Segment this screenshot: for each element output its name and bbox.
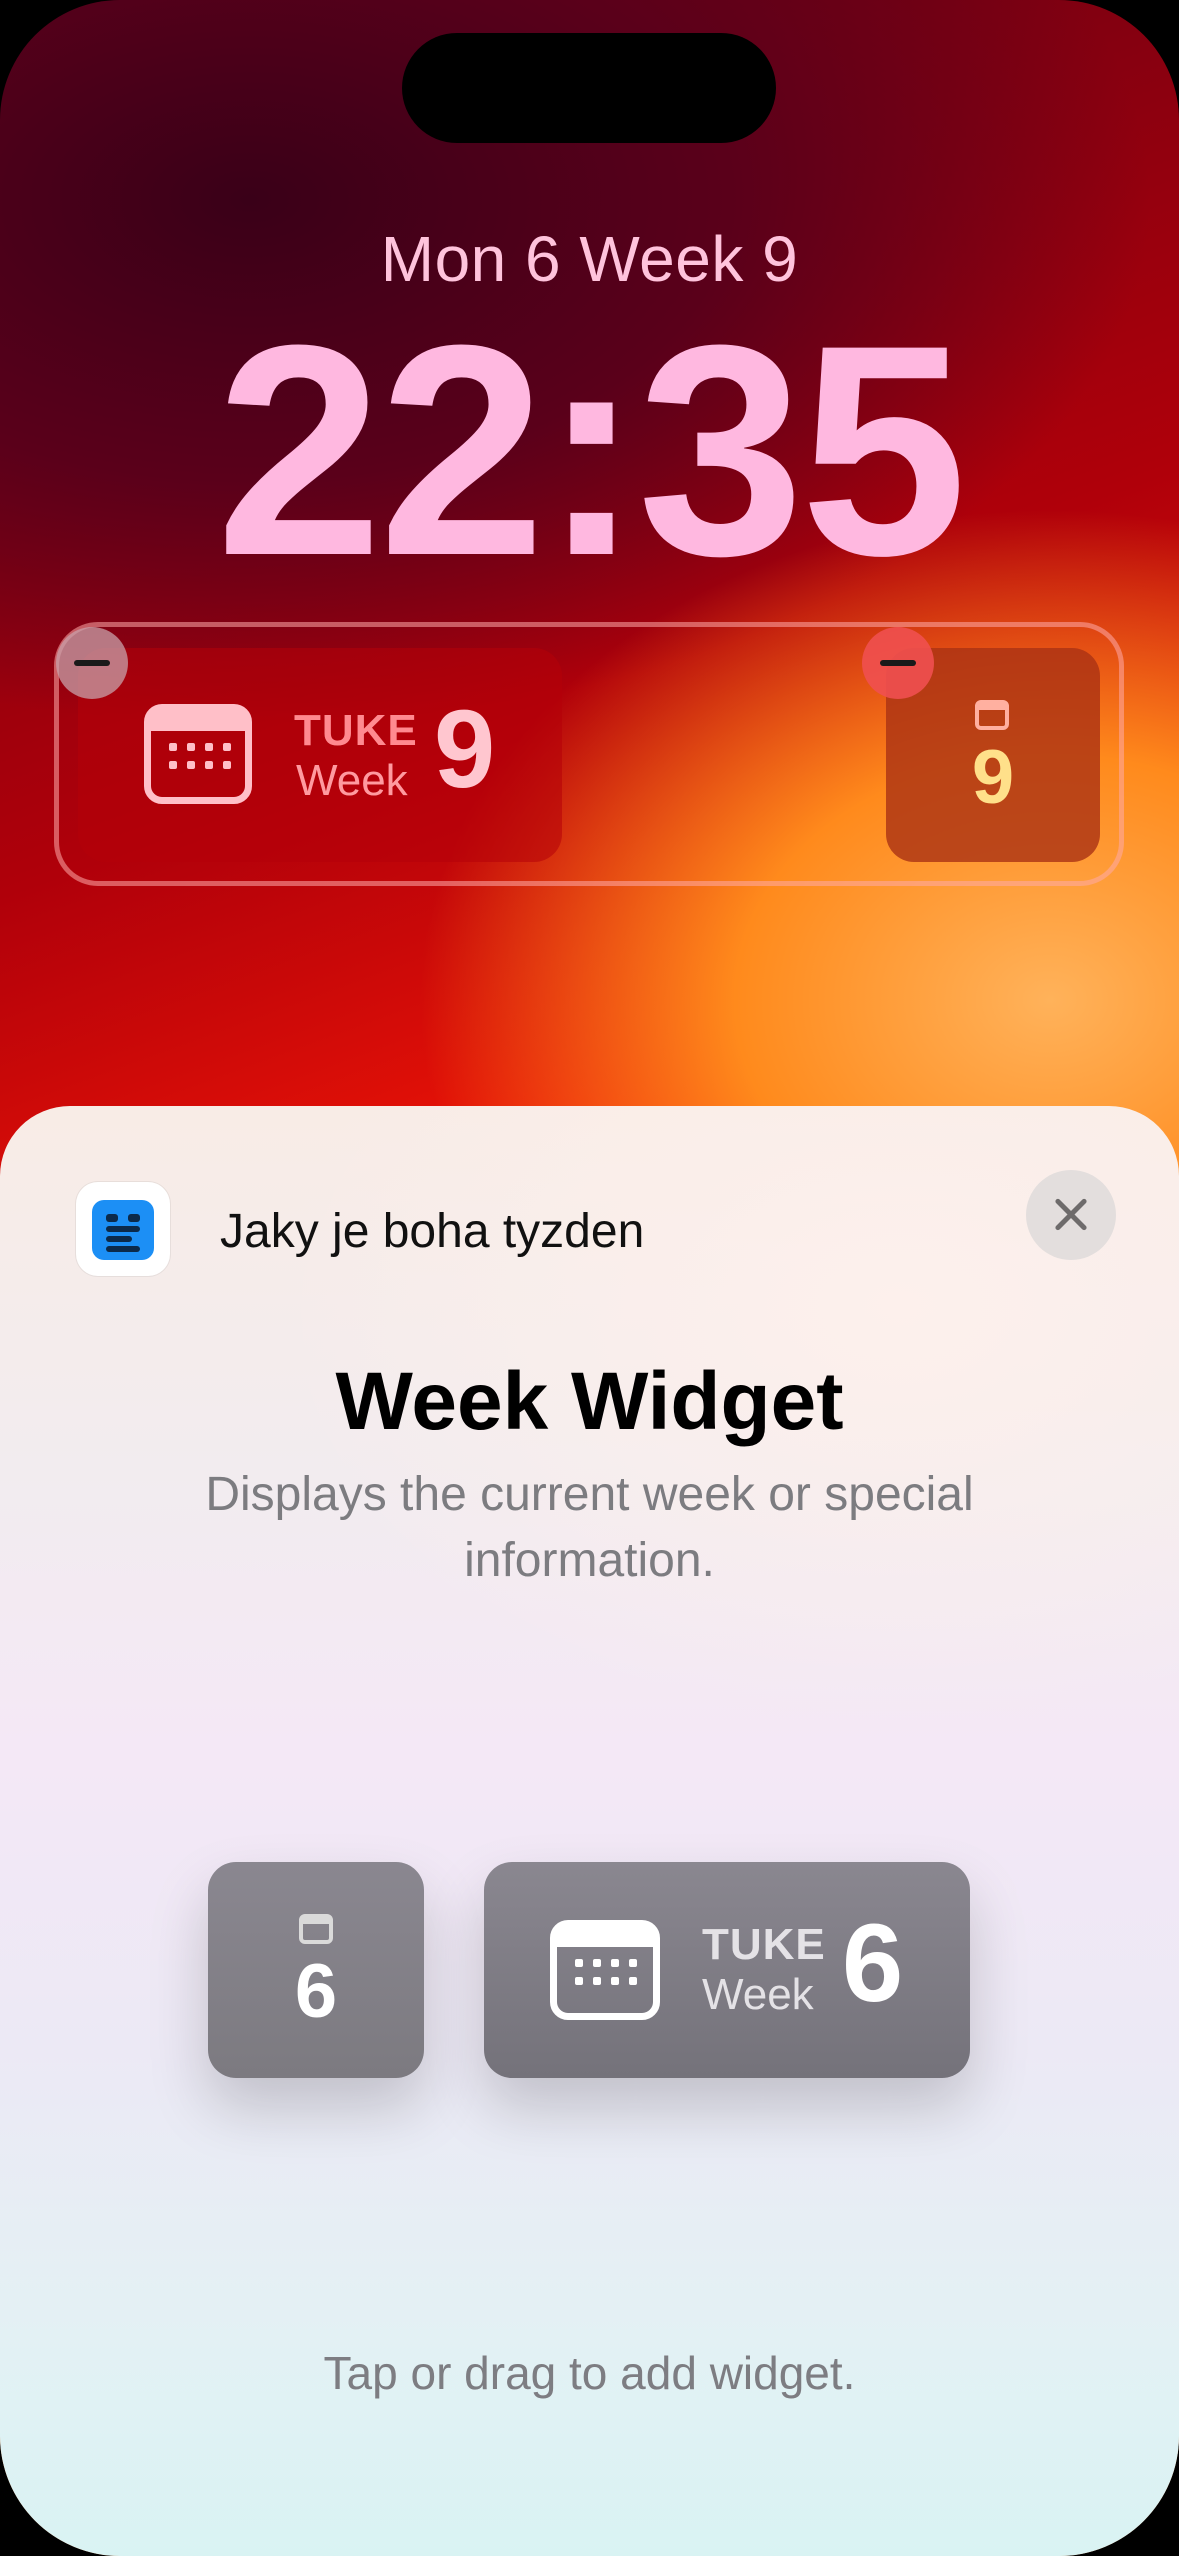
- widget-preview-wide[interactable]: TUKE Week 6: [484, 1862, 970, 2078]
- widget-title: TUKE: [294, 706, 418, 755]
- widget-value: 9: [971, 735, 1015, 820]
- calendar-icon: [144, 704, 252, 804]
- app-icon: [76, 1182, 170, 1276]
- dynamic-island: [402, 33, 776, 143]
- widget-title: TUKE: [702, 1920, 826, 1969]
- widget-preview-small[interactable]: 6: [208, 1862, 424, 2078]
- close-button[interactable]: [1026, 1170, 1116, 1260]
- widget-subtitle: Week: [296, 756, 408, 805]
- widget-gallery-sheet: [0, 1106, 1179, 2556]
- calendar-icon: [975, 700, 1009, 730]
- lock-widget-wide[interactable]: TUKE Week 9: [78, 648, 562, 862]
- widget-title: Week Widget: [335, 1356, 844, 1447]
- widget-value: 6: [294, 1949, 338, 2034]
- app-name: Jaky je boha tyzden: [220, 1205, 645, 1258]
- lock-screen: Mon 6 Week 9 22:35 TUKE Week 9 9 Jaky je…: [0, 0, 1179, 2556]
- lock-time: 22:35: [215, 282, 967, 618]
- widget-subtitle: Week: [702, 1970, 814, 2019]
- add-widget-hint: Tap or drag to add widget.: [323, 2347, 856, 2399]
- widget-value: 9: [434, 688, 496, 811]
- widget-description: Displays the current week or special inf…: [205, 1468, 974, 1587]
- calendar-icon: [550, 1920, 660, 2020]
- remove-widget-button[interactable]: [862, 627, 934, 699]
- calendar-icon: [299, 1914, 333, 1944]
- remove-widget-button[interactable]: [56, 627, 128, 699]
- widget-value: 6: [842, 1902, 904, 2025]
